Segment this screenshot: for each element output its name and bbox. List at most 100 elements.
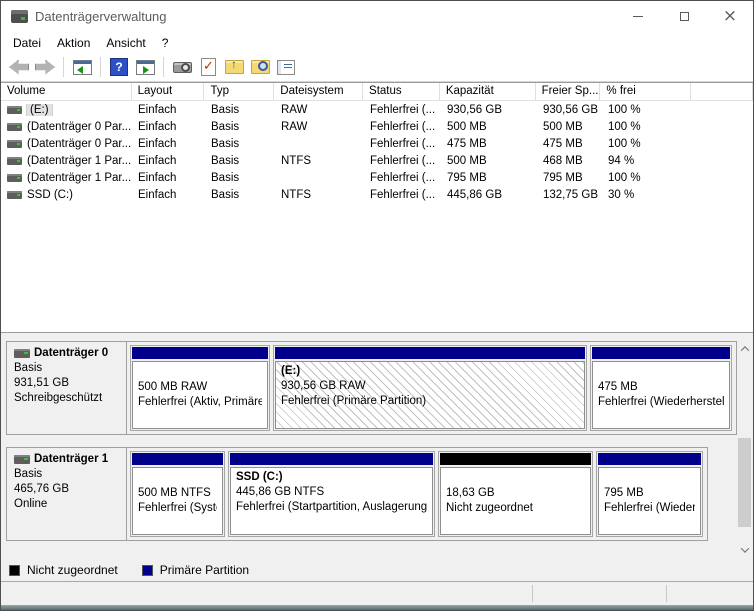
table-row[interactable]: (Datenträger 1 Par... Einfach Basis Fehlerf… [1,169,753,186]
partition-status: Nicht zugeordnet [446,502,533,514]
cell-dateisystem: RAW [281,103,308,116]
check-document-icon[interactable] [196,55,220,79]
back-icon[interactable] [7,55,31,79]
cell-freier: 475 MB [543,137,583,150]
partition-size: 930,56 GB RAW [281,380,366,392]
maximize-button[interactable] [661,1,707,32]
menu-item-0[interactable]: Datei [5,34,49,52]
scrollbar-thumb[interactable] [738,437,751,528]
minimize-icon [633,16,643,17]
table-row[interactable]: (Datenträger 0 Par... Einfach Basis Fehlerf… [1,135,753,152]
column-header-4[interactable]: Status [363,83,440,100]
partition-body: SSD (C:) 445,86 GB NTFS Fehlerfrei (Startp… [230,467,433,535]
cell-status: Fehlerfrei (... [370,171,436,184]
partition-header-bar [275,347,585,359]
scroll-down-button[interactable] [737,542,752,557]
partition-size: 475 MB [598,381,638,393]
legend-item-0: Nicht zugeordnet [9,563,118,577]
minimize-button[interactable] [615,1,661,32]
column-header-filler [691,83,753,100]
partition-1-3[interactable]: 795 MB Fehlerfrei (Wieder [596,451,703,537]
volume-icon [7,139,22,148]
partition-1-2[interactable]: 18,63 GB Nicht zugeordnet [438,451,593,537]
partition-size: 445,86 GB NTFS [236,486,325,498]
cell-kapazitaet: 930,56 GB [447,103,502,116]
cell-kapazitaet: 475 MB [447,137,487,150]
legend-item-1: Primäre Partition [141,563,250,577]
partition-header-bar [132,347,268,359]
column-header-6[interactable]: Freier Sp... [536,83,601,100]
folder-export-icon[interactable] [222,55,246,79]
partition-name: (E:) [281,365,301,377]
partition-status: Fehlerfrei (Wieder [604,502,695,514]
menu-item-3[interactable]: ? [154,34,177,52]
cell-dateisystem: NTFS [281,188,312,201]
scrollbar-track[interactable] [737,356,752,542]
disk-size: 931,51 GB [14,377,69,389]
cell-layout: Einfach [138,103,177,116]
column-header-3[interactable]: Dateisystem [274,83,364,100]
table-row[interactable]: (Datenträger 1 Par... Einfach Basis NTFS Feh… [1,152,753,169]
cell-dateisystem: RAW [281,120,308,133]
partition-body: 795 MB Fehlerfrei (Wieder [598,467,701,535]
disk-info-0[interactable]: Datenträger 0 Basis 931,51 GB Schreibgeschü… [7,342,127,434]
partition-1-0[interactable]: 500 MB NTFS Fehlerfrei (Syste [130,451,225,537]
disk-info-1[interactable]: Datenträger 1 Basis 465,76 GB Online [7,448,127,540]
volume-list-body: (E:) Einfach Basis RAW Fehlerfrei (... 930,56… [1,101,753,203]
volume-icon [7,122,22,131]
partition-size: 18,63 GB [446,487,495,499]
cell-status: Fehlerfrei (... [370,188,436,201]
disk-name: Datenträger 0 [14,347,122,359]
volume-name: SSD (C:) [27,188,73,201]
cell-layout: Einfach [138,188,177,201]
close-button[interactable]: × [707,1,753,32]
disk-size: 465,76 GB [14,483,69,495]
chevron-up-icon [740,345,749,355]
menu-item-2[interactable]: Ansicht [98,34,153,52]
column-header-2[interactable]: Typ [204,83,275,100]
partition-1-1[interactable]: SSD (C:) 445,86 GB NTFS Fehlerfrei (Startp… [228,451,435,537]
legend-label: Nicht zugeordnet [27,563,118,577]
disk-management-window: Datenträgerverwaltung × Datei Aktion Ansic… [0,0,754,611]
volume-icon [7,190,22,199]
partition-body: 475 MB Fehlerfrei (Wiederherstel [592,361,730,429]
legend-label: Primäre Partition [159,563,250,577]
title-bar[interactable]: Datenträgerverwaltung × [1,1,753,32]
column-header-7[interactable]: % frei [600,83,692,100]
cell-prozent: 100 % [608,137,641,150]
table-row[interactable]: SSD (C:) Einfach Basis NTFS Fehlerfrei (... 4… [1,186,753,203]
disk-status: Online [14,498,48,510]
table-row[interactable]: (E:) Einfach Basis RAW Fehlerfrei (... 930,56… [1,101,753,118]
settings-list-icon[interactable] [274,55,298,79]
partition-0-2[interactable]: 475 MB Fehlerfrei (Wiederherstel [590,345,732,431]
cell-layout: Einfach [138,137,177,150]
scroll-up-button[interactable] [737,341,752,356]
cell-kapazitaet: 445,86 GB [447,188,502,201]
partition-0-1[interactable]: (E:) 930,56 GB RAW Fehlerfrei (Primäre Par… [273,345,587,431]
action-pane-icon[interactable] [133,55,157,79]
partition-size: 500 MB RAW [138,381,208,393]
partition-status: Fehlerfrei (Aktiv, Primäre [138,396,262,408]
partition-body: 500 MB RAW Fehlerfrei (Aktiv, Primäre [132,361,268,429]
forward-icon[interactable] [33,55,57,79]
folder-search-icon[interactable] [248,55,272,79]
volume-icon [7,105,22,114]
cell-freier: 468 MB [543,154,583,167]
cell-layout: Einfach [138,171,177,184]
partition-body: (E:) 930,56 GB RAW Fehlerfrei (Primäre Par… [275,361,585,429]
column-header-0[interactable]: Volume [1,83,132,100]
column-header-5[interactable]: Kapazität [440,83,536,100]
menu-item-1[interactable]: Aktion [49,34,98,52]
console-tree-icon[interactable] [70,55,94,79]
help-icon[interactable] [107,55,131,79]
volume-cell: (E:) [1,103,132,116]
table-row[interactable]: (Datenträger 0 Par... Einfach Basis RAW Fehl… [1,118,753,135]
disk-tool-icon[interactable] [170,55,194,79]
partition-body: 500 MB NTFS Fehlerfrei (Syste [132,467,223,535]
column-header-1[interactable]: Layout [132,83,205,100]
toolbar-separator [163,57,164,77]
partition-0-0[interactable]: 500 MB RAW Fehlerfrei (Aktiv, Primäre [130,345,270,431]
cell-typ: Basis [211,188,240,201]
vertical-scrollbar[interactable] [737,341,752,557]
cell-layout: Einfach [138,120,177,133]
